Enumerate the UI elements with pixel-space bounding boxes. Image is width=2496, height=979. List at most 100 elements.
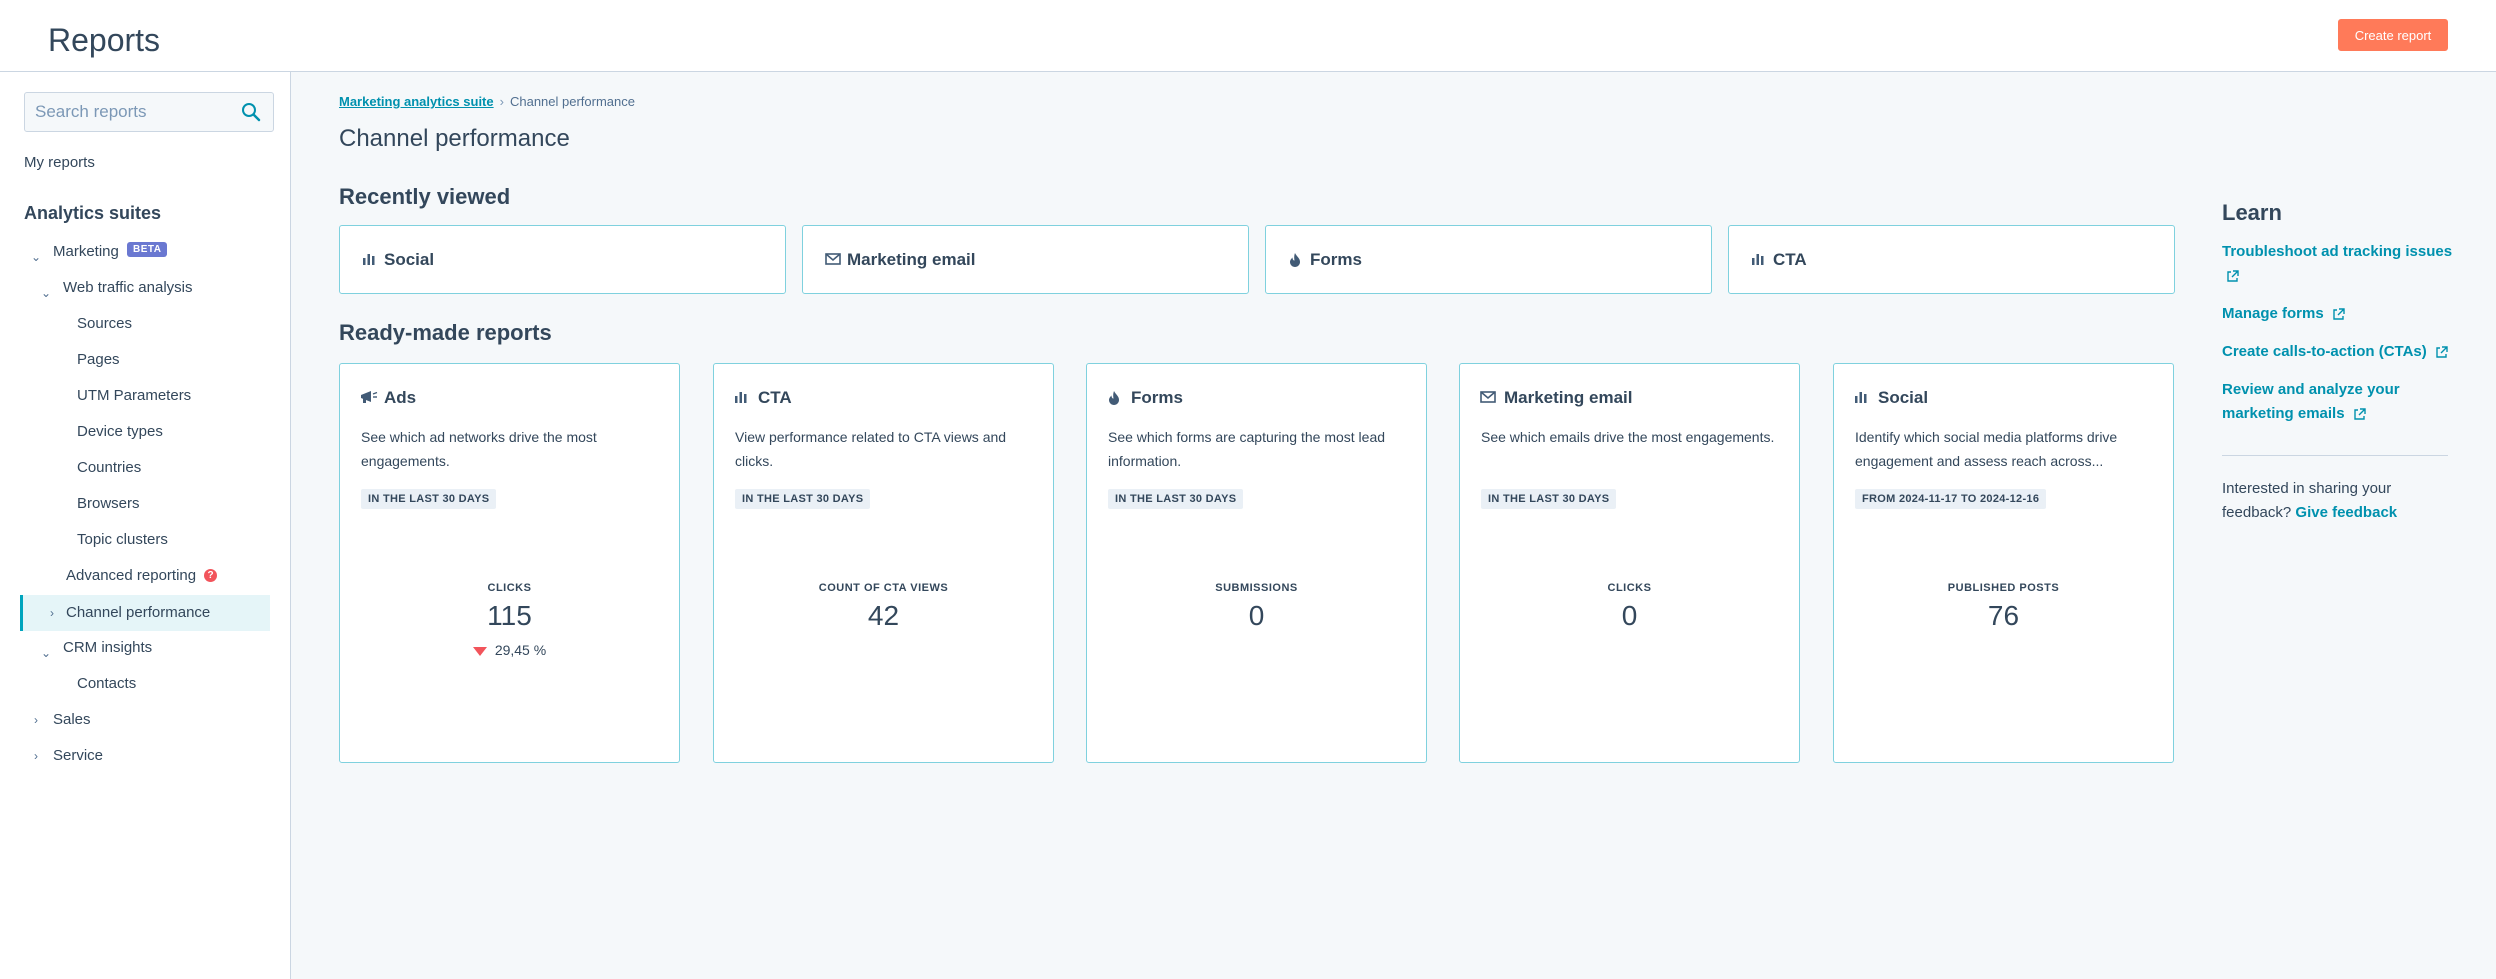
- recent-card-marketing-email[interactable]: Marketing email: [802, 225, 1249, 294]
- date-range-tag: IN THE LAST 30 DAYS: [361, 489, 497, 509]
- megaphone-icon: [360, 390, 378, 406]
- report-card-title: CTA: [758, 388, 792, 407]
- chevron-down-icon[interactable]: ⌄: [39, 646, 53, 660]
- sidebar-item-crm-insights[interactable]: CRM insights: [63, 639, 152, 656]
- sidebar-item-marketing[interactable]: Marketing: [53, 243, 119, 260]
- learn-link-create-ctas[interactable]: Create calls-to-action (CTAs): [2222, 340, 2462, 364]
- metric-value: 76: [1987, 600, 2020, 631]
- report-card-social[interactable]: Social Identify which social media platf…: [1833, 363, 2174, 763]
- breadcrumb: Marketing analytics suite › Channel perfor…: [339, 94, 635, 109]
- give-feedback-link[interactable]: Give feedback: [2295, 504, 2397, 521]
- report-card-description: View performance related to CTA views an…: [735, 429, 1007, 469]
- recently-viewed-heading: Recently viewed: [339, 184, 511, 209]
- metric-value: 115: [487, 600, 532, 631]
- external-link-icon: [2333, 307, 2345, 320]
- flame-icon: [1107, 390, 1125, 406]
- report-card-title: Marketing email: [1504, 388, 1633, 407]
- feedback-prompt: Interested in sharing your feedback? Giv…: [2222, 477, 2452, 525]
- external-link-icon: [2436, 345, 2448, 358]
- metric-value: 0: [1621, 600, 1638, 631]
- metric-value: 0: [1248, 600, 1265, 631]
- metric-label: CLICKS: [487, 582, 532, 594]
- analytics-suites-heading: Analytics suites: [24, 203, 162, 223]
- date-range-tag: IN THE LAST 30 DAYS: [1108, 489, 1244, 509]
- recent-card-label: Social: [384, 250, 435, 269]
- date-range-tag: IN THE LAST 30 DAYS: [1481, 489, 1617, 509]
- metric-label: PUBLISHED POSTS: [1947, 582, 2060, 594]
- create-report-button[interactable]: Create report: [2338, 19, 2448, 51]
- report-card-description: See which ad networks drive the most eng…: [361, 429, 597, 469]
- my-reports-link[interactable]: My reports: [24, 154, 95, 171]
- sidebar-item-advanced-reporting[interactable]: Advanced reporting: [66, 567, 196, 584]
- search-icon[interactable]: [241, 102, 261, 122]
- recent-card-label: Marketing email: [847, 250, 976, 269]
- sidebar: My reports Analytics suites ⌄ Marketing …: [0, 72, 291, 979]
- report-card-cta[interactable]: CTA View performance related to CTA view…: [713, 363, 1054, 763]
- learn-link-label: Manage forms: [2222, 305, 2324, 322]
- page-title: Channel performance: [339, 125, 570, 152]
- bar-chart-icon: [362, 252, 378, 268]
- recent-card-forms[interactable]: Forms: [1265, 225, 1712, 294]
- report-card-description: See which forms are capturing the most l…: [1108, 429, 1386, 469]
- external-link-icon: [2354, 407, 2366, 420]
- sidebar-item-sales[interactable]: Sales: [53, 711, 91, 728]
- learn-link-label: Troubleshoot ad tracking issues: [2222, 243, 2453, 260]
- recent-card-label: Forms: [1310, 250, 1362, 269]
- report-card-title: Social: [1878, 388, 1929, 407]
- learn-heading: Learn: [2222, 200, 2282, 225]
- sidebar-item-service[interactable]: Service: [53, 747, 103, 764]
- email-icon: [825, 252, 841, 268]
- chevron-down-icon[interactable]: ⌄: [39, 286, 53, 300]
- sidebar-item-utm-parameters[interactable]: UTM Parameters: [77, 387, 191, 404]
- learn-link-label: Create calls-to-action (CTAs): [2222, 343, 2427, 360]
- recent-card-cta[interactable]: CTA: [1728, 225, 2175, 294]
- help-icon[interactable]: ?: [204, 569, 217, 582]
- chevron-right-icon[interactable]: ›: [29, 749, 43, 763]
- sidebar-item-label: Channel performance: [66, 604, 211, 621]
- report-card-description: See which emails drive the most engageme…: [1481, 429, 1775, 445]
- report-card-title: Ads: [384, 388, 417, 407]
- sidebar-item-channel-performance[interactable]: › Channel performance: [20, 595, 270, 631]
- delta-value: 29,45 %: [494, 642, 547, 658]
- report-card-description: Identify which social media platforms dr…: [1855, 429, 2118, 469]
- sidebar-item-sources[interactable]: Sources: [77, 315, 132, 332]
- sidebar-item-device-types[interactable]: Device types: [77, 423, 163, 440]
- learn-link-label: Review and analyze your marketing emails: [2222, 381, 2400, 422]
- metric-delta: 29,45 %: [340, 642, 679, 658]
- breadcrumb-current: Channel performance: [509, 94, 635, 109]
- app-title: Reports: [48, 22, 161, 58]
- sidebar-item-countries[interactable]: Countries: [77, 459, 141, 476]
- metric-value: 42: [867, 600, 900, 631]
- learn-link-marketing-emails[interactable]: Review and analyze your marketing emails: [2222, 378, 2462, 426]
- bar-chart-icon: [1751, 252, 1767, 268]
- chevron-right-icon[interactable]: ›: [45, 606, 59, 620]
- search-input[interactable]: [25, 93, 235, 131]
- chevron-right-icon[interactable]: ›: [29, 713, 43, 727]
- breadcrumb-separator: ›: [499, 94, 504, 109]
- sidebar-item-topic-clusters[interactable]: Topic clusters: [77, 531, 168, 548]
- sidebar-item-browsers[interactable]: Browsers: [77, 495, 140, 512]
- metric-label: COUNT OF CTA VIEWS: [818, 582, 949, 594]
- sidebar-item-web-traffic[interactable]: Web traffic analysis: [63, 279, 193, 296]
- report-card-title: Forms: [1131, 388, 1183, 407]
- recent-card-social[interactable]: Social: [339, 225, 786, 294]
- beta-badge: BETA: [127, 242, 168, 257]
- date-range-tag: FROM 2024-11-17 TO 2024-12-16: [1855, 489, 2047, 509]
- learn-link-troubleshoot-ads[interactable]: Troubleshoot ad tracking issues: [2222, 240, 2462, 288]
- learn-divider: [2222, 455, 2448, 456]
- sidebar-item-pages[interactable]: Pages: [77, 351, 120, 368]
- report-card-marketing-email[interactable]: Marketing email See which emails drive t…: [1459, 363, 1800, 763]
- email-icon: [1480, 390, 1498, 406]
- search-box: [24, 92, 274, 132]
- recent-card-label: CTA: [1773, 250, 1807, 269]
- breadcrumb-parent-link[interactable]: Marketing analytics suite: [339, 94, 494, 109]
- external-link-icon: [2227, 269, 2239, 282]
- sidebar-item-contacts[interactable]: Contacts: [77, 675, 136, 692]
- date-range-tag: IN THE LAST 30 DAYS: [735, 489, 871, 509]
- decrease-arrow-icon: [472, 646, 487, 656]
- report-card-ads[interactable]: Ads See which ad networks drive the most…: [339, 363, 680, 763]
- chevron-down-icon[interactable]: ⌄: [29, 250, 43, 264]
- report-card-forms[interactable]: Forms See which forms are capturing the …: [1086, 363, 1427, 763]
- metric-label: CLICKS: [1607, 582, 1652, 594]
- learn-link-manage-forms[interactable]: Manage forms: [2222, 302, 2462, 326]
